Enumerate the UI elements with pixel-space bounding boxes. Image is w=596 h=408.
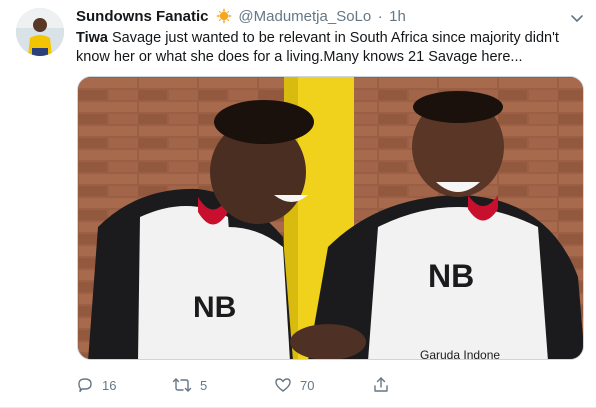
- retweet-count: 5: [200, 377, 208, 393]
- tweet-photo[interactable]: NB NB Garuda Indone: [77, 76, 584, 360]
- author-handle[interactable]: @Madumetja_SoLo: [238, 8, 371, 25]
- like-button[interactable]: 70: [274, 374, 314, 396]
- tweet-text-bold: Tiwa: [76, 30, 108, 46]
- handshake: [290, 324, 366, 359]
- tweet-timestamp[interactable]: 1h: [389, 8, 406, 25]
- heart-icon: [275, 378, 291, 392]
- sun-badge-icon: [215, 8, 232, 29]
- tweet-text-rest: Savage just wanted to be relevant in Sou…: [76, 30, 559, 65]
- more-options-caret-icon[interactable]: [568, 9, 586, 27]
- author-avatar[interactable]: [16, 8, 64, 56]
- left-kit-logo: NB: [193, 291, 236, 324]
- reply-icon: [78, 378, 92, 393]
- shirt-sponsor: Garuda Indone: [420, 348, 500, 360]
- retweet-button[interactable]: 5: [172, 374, 207, 396]
- tweet-text: Tiwa Savage just wanted to be relevant i…: [76, 29, 586, 67]
- reply-count: 16: [102, 377, 117, 393]
- like-count: 70: [300, 377, 315, 393]
- tweet-actions: 16 5 70: [76, 370, 476, 400]
- share-button[interactable]: [372, 374, 390, 396]
- reply-button[interactable]: 16: [76, 374, 116, 396]
- retweet-icon: [172, 378, 192, 392]
- tweet-header: Sundowns Fanatic @Madumetja_SoLo · 1h: [76, 8, 586, 28]
- header-separator: ·: [377, 8, 383, 25]
- author-name[interactable]: Sundowns Fanatic: [76, 8, 209, 25]
- share-icon: [374, 377, 388, 392]
- right-kit-logo: NB: [428, 258, 474, 294]
